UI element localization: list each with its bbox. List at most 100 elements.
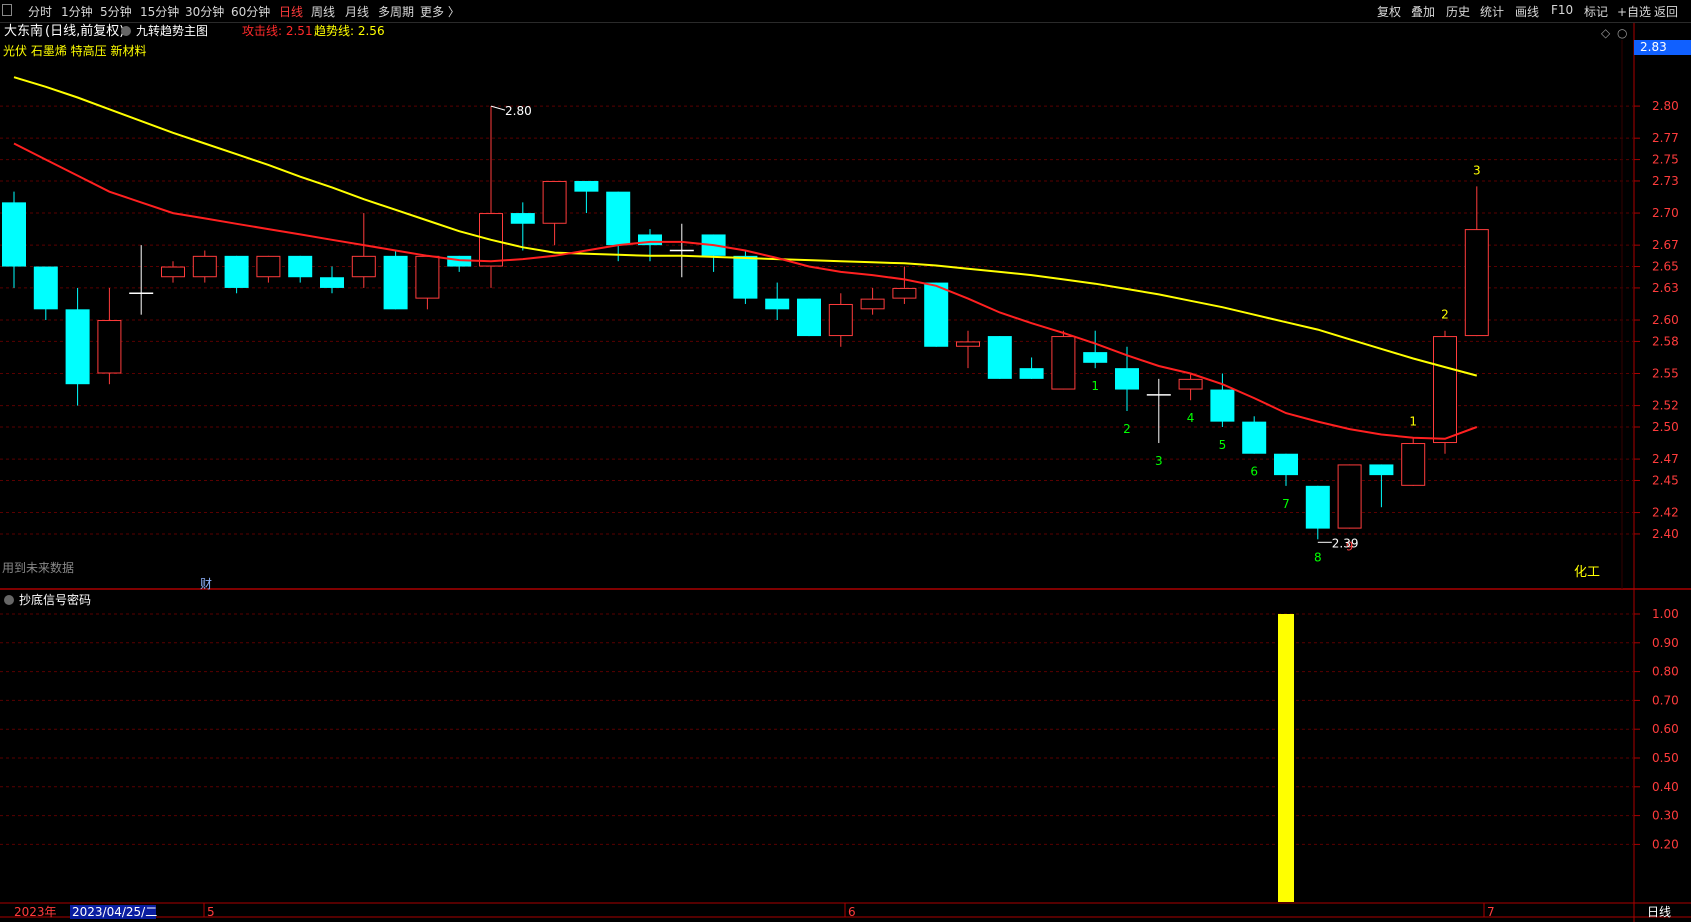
countdown-label: 3 [1473, 163, 1481, 177]
toolbar-right-item-2[interactable]: 历史 [1446, 3, 1470, 20]
toolbar-item-6[interactable]: 日线 [279, 3, 303, 20]
y-tick-label: 2.67 [1652, 238, 1679, 252]
candle-body [987, 336, 1012, 379]
y-tick-label: 2.70 [1652, 206, 1679, 220]
circle-icon: ○ [1617, 26, 1627, 40]
y-tick-label: 2.63 [1652, 281, 1679, 295]
y-tick-label: 2.50 [1652, 420, 1679, 434]
candle-body [1337, 464, 1362, 529]
top-toolbar: 分时 1分钟 5分钟 15分钟 30分钟 60分钟 日线 周线 月线 多周期 更多 〉 复权 叠加 历史… [0, 0, 1691, 23]
candle-body [1464, 229, 1489, 337]
candle-body [161, 266, 185, 278]
diamond-icon: ◇ [1601, 26, 1611, 40]
candle-body [574, 180, 599, 192]
low-price-label: 2.39 [1332, 536, 1359, 550]
candle-body [65, 309, 90, 385]
sub-y-tick-label: 1.00 [1652, 607, 1679, 621]
month-label: 5 [207, 905, 215, 919]
candle-body [542, 180, 567, 224]
y-tick-label: 2.58 [1652, 334, 1679, 348]
countdown-label: 8 [1314, 550, 1322, 564]
y-tick-label: 2.77 [1652, 131, 1679, 145]
y-tick-label: 2.65 [1652, 260, 1679, 274]
toolbar-item-10[interactable]: 更多 〉 [420, 3, 460, 20]
candle-body [765, 298, 790, 310]
candle-body [924, 282, 949, 347]
candle-body [1051, 336, 1076, 390]
countdown-label: 3 [1155, 454, 1163, 468]
toolbar-item-8[interactable]: 月线 [345, 3, 369, 20]
toolbar-item-1[interactable]: 1分钟 [61, 3, 93, 20]
trend-line-value: 趋势线: 2.56 [314, 24, 385, 38]
y-tick-label: 2.45 [1652, 473, 1679, 487]
toolbar-right-item-7[interactable]: +自选 [1617, 3, 1651, 20]
candle-body [1115, 368, 1139, 390]
sub-y-tick-label: 0.40 [1652, 780, 1679, 794]
toolbar-right-item-0[interactable]: 复权 [1377, 3, 1401, 20]
toolbar-right-item-4[interactable]: 画线 [1515, 3, 1539, 20]
candle-body [797, 298, 821, 337]
sub-y-tick-label: 0.20 [1652, 837, 1679, 851]
candle-body [2, 202, 26, 267]
toolbar-right-item-1[interactable]: 叠加 [1411, 3, 1435, 20]
countdown-label: 5 [1219, 438, 1227, 452]
candle-body [97, 320, 122, 374]
y-tick-label: 2.40 [1652, 527, 1679, 541]
indicator-menu-icon[interactable] [121, 26, 131, 36]
toolbar-right-item-5[interactable]: F10 [1551, 3, 1573, 17]
sub-y-tick-label: 0.30 [1652, 809, 1679, 823]
y-tick-label: 2.42 [1652, 506, 1679, 520]
candle-body [288, 255, 313, 278]
candle-body [828, 303, 853, 337]
candle-body [383, 255, 408, 310]
price-tag: 2.83 [1640, 40, 1667, 54]
candle-body [1433, 336, 1457, 444]
y-tick-label: 2.52 [1652, 399, 1679, 413]
period-label: 日线 [1647, 905, 1671, 919]
sub-y-tick-label: 0.90 [1652, 636, 1679, 650]
candle-body [1369, 464, 1394, 476]
countdown-label: 4 [1187, 411, 1195, 425]
toolbar-item-4[interactable]: 30分钟 [185, 3, 224, 20]
candle-body [1274, 453, 1298, 476]
date-cursor: 2023/04/25/二 [72, 905, 157, 919]
toolbar-item-7[interactable]: 周线 [311, 3, 335, 20]
candle-body [1401, 443, 1426, 486]
countdown-label: 2 [1441, 308, 1449, 322]
attack-line-value: 攻击线: 2.51 [242, 24, 313, 38]
toolbar-item-9[interactable]: 多周期 [378, 3, 414, 20]
kline-chart: 2.80 2.77 2.75 2.73 2.70 2.67 2.65 2.63 2.60 2.58… [0, 23, 1691, 922]
toolbar-right-item-8[interactable]: 返回 [1654, 3, 1678, 20]
high-price-label: 2.80 [505, 104, 532, 118]
sub-y-tick-label: 0.60 [1652, 722, 1679, 736]
month-label: 6 [848, 905, 856, 919]
countdown-label: 1 [1091, 379, 1099, 393]
y-tick-label: 2.55 [1652, 367, 1679, 381]
y-tick-label: 2.47 [1652, 452, 1679, 466]
candle-body [1083, 352, 1108, 363]
candle-body [860, 298, 885, 310]
toolbar-right-item-3[interactable]: 统计 [1480, 3, 1504, 20]
countdown-label: 2 [1123, 422, 1131, 436]
window-icon[interactable] [2, 4, 12, 16]
toolbar-item-3[interactable]: 15分钟 [140, 3, 179, 20]
sector-label: 化工 [1574, 565, 1600, 580]
sub-y-tick-label: 0.80 [1652, 665, 1679, 679]
toolbar-item-0[interactable]: 分时 [28, 3, 52, 20]
candle-body [256, 255, 281, 278]
toolbar-item-2[interactable]: 5分钟 [100, 3, 132, 20]
stock-name: 大东南 [4, 23, 43, 39]
subchart-menu-icon[interactable] [4, 595, 14, 605]
countdown-label: 6 [1250, 465, 1258, 479]
candle-body [956, 341, 980, 347]
signal-bar [1278, 614, 1294, 902]
candle-body [1210, 389, 1235, 422]
toolbar-right-item-6[interactable]: 标记 [1584, 3, 1608, 20]
toolbar-item-5[interactable]: 60分钟 [231, 3, 270, 20]
candle-body [510, 213, 535, 224]
future-data-note: 用到未来数据 [2, 560, 74, 575]
candle-body [351, 255, 376, 278]
countdown-label: 7 [1282, 497, 1290, 511]
candle-body [1178, 378, 1203, 390]
candle-body [1242, 421, 1267, 454]
